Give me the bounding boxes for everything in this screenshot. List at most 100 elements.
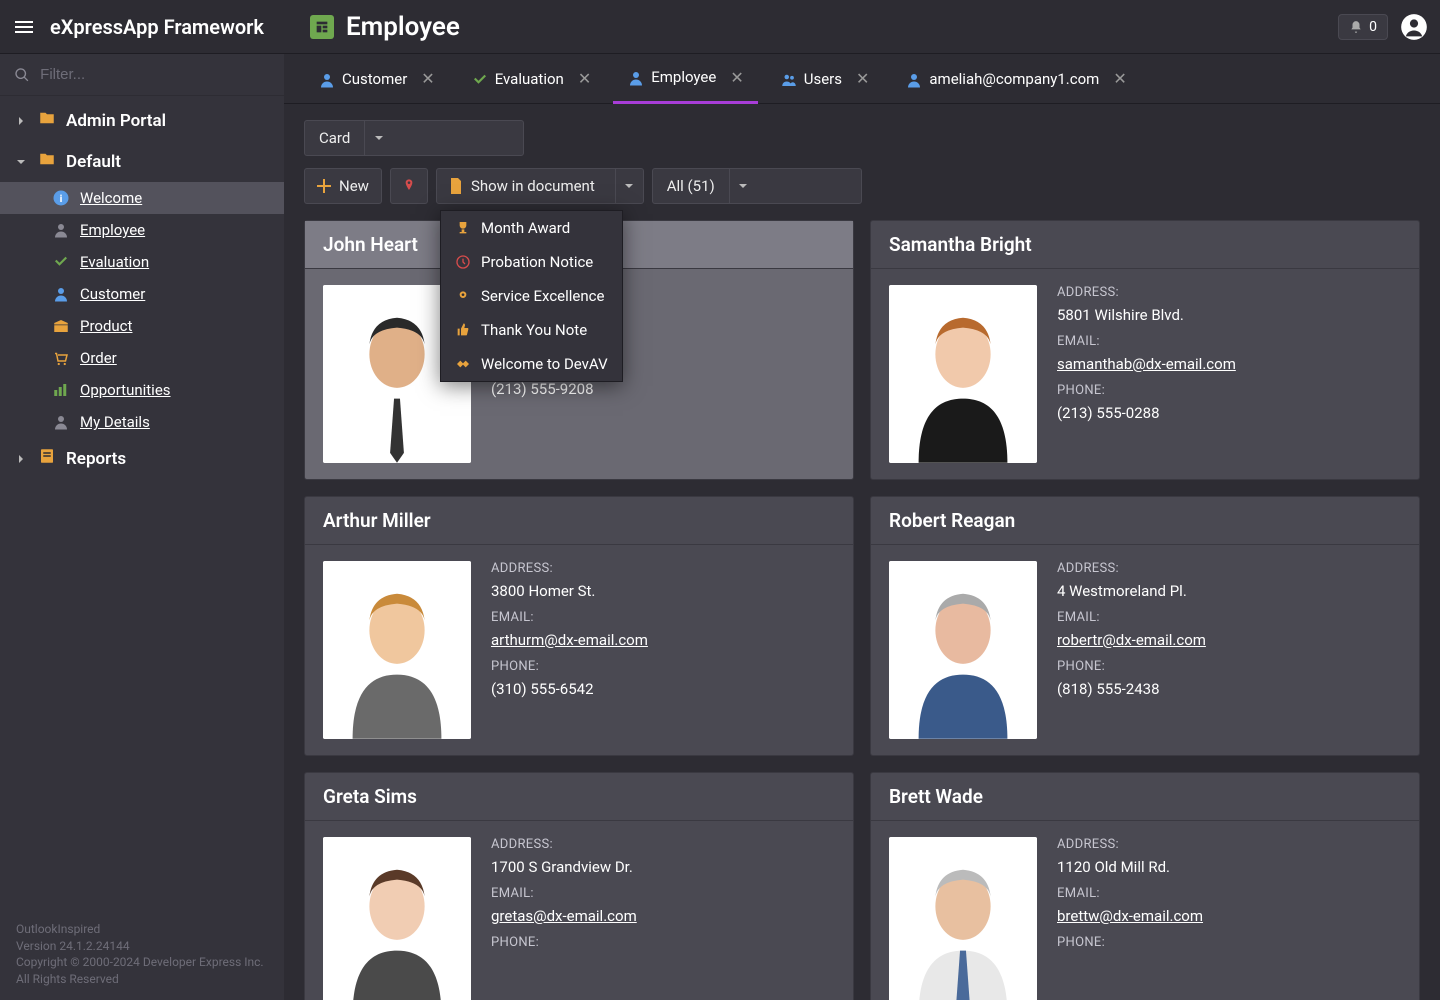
email-link[interactable]: robertr@dx-email.com — [1057, 631, 1401, 649]
trophy-icon — [455, 220, 471, 236]
employee-card[interactable]: Brett WadeADDRESS:1120 Old Mill Rd.EMAIL… — [870, 772, 1420, 1000]
sidebar: Admin PortalDefaultiWelcomeEmployeeEvalu… — [0, 54, 284, 1000]
phone-value: (213) 555-9208 — [491, 380, 835, 398]
address-label: ADDRESS: — [491, 561, 835, 576]
chevron-down-icon[interactable] — [615, 169, 643, 203]
address-label: ADDRESS: — [491, 837, 835, 852]
pin-button[interactable] — [390, 168, 428, 204]
close-icon[interactable]: ✕ — [856, 69, 869, 88]
menu-item-month-award[interactable]: Month Award — [441, 211, 622, 245]
search-input[interactable] — [40, 66, 270, 83]
hamburger-icon[interactable] — [12, 15, 36, 39]
notifications-count: 0 — [1369, 19, 1377, 35]
avatar — [889, 561, 1037, 739]
reports-icon — [38, 447, 56, 470]
email-label: EMAIL: — [1057, 886, 1401, 901]
address-value: 5801 Wilshire Blvd. — [1057, 306, 1401, 324]
employee-card[interactable]: Greta Sims ADDRESS: 1700 S Grandview Dr. EM… — [304, 772, 854, 1000]
person-blue-icon — [318, 71, 334, 87]
phone-value: (818) 555-2438 — [1057, 680, 1401, 698]
avatar — [889, 837, 1037, 1000]
phone-value: (310) 555-6542 — [491, 680, 835, 698]
new-button[interactable]: New — [304, 168, 382, 204]
address-label: ADDRESS: — [1057, 837, 1401, 852]
employee-name: Robert Reagan — [871, 497, 1419, 545]
folder-icon — [38, 150, 56, 173]
sidebar-item-my-details[interactable]: My Details — [0, 406, 284, 438]
tree-group-reports[interactable]: Reports — [0, 438, 284, 479]
menu-item-welcome-to-devav[interactable]: Welcome to DevAV — [441, 347, 622, 381]
close-icon[interactable]: ✕ — [578, 69, 591, 88]
topbar: eXpressApp Framework Employee 0 — [0, 0, 1440, 54]
tab-employee[interactable]: Employee✕ — [613, 54, 758, 104]
person-grey-icon — [52, 221, 70, 239]
chevron-down-icon[interactable] — [364, 121, 392, 155]
employee-card[interactable]: Samantha BrightADDRESS:5801 Wilshire Blv… — [870, 220, 1420, 480]
menu-item-service-excellence[interactable]: Service Excellence — [441, 279, 622, 313]
employee-card[interactable]: Robert ReaganADDRESS:4 Westmoreland Pl.E… — [870, 496, 1420, 756]
phone-label: PHONE: — [491, 935, 835, 950]
app-title: eXpressApp Framework — [50, 15, 264, 39]
info-icon: i — [52, 189, 70, 207]
close-icon[interactable]: ✕ — [1113, 69, 1126, 88]
tab-ameliah-company1-com[interactable]: ameliah@company1.com✕ — [891, 54, 1140, 104]
email-label: EMAIL: — [1057, 610, 1401, 625]
employee-name: Brett Wade — [871, 773, 1419, 821]
email-link[interactable]: arthurm@dx-email.com — [491, 631, 835, 649]
email-label: EMAIL: — [491, 886, 835, 901]
person-grey-icon — [52, 413, 70, 431]
close-icon[interactable]: ✕ — [421, 69, 434, 88]
sidebar-item-product[interactable]: Product — [0, 310, 284, 342]
phone-value: (213) 555-0288 — [1057, 404, 1401, 422]
view-selector[interactable]: Card — [304, 120, 524, 156]
thumbs-icon — [455, 322, 471, 338]
menu-item-probation-notice[interactable]: Probation Notice — [441, 245, 622, 279]
avatar — [323, 561, 471, 739]
email-link[interactable]: brettw@dx-email.com — [1057, 907, 1401, 925]
sidebar-item-employee[interactable]: Employee — [0, 214, 284, 246]
email-link[interactable]: gretas@dx-email.com — [491, 907, 835, 925]
tree-group-admin-portal[interactable]: Admin Portal — [0, 100, 284, 141]
person-blue-icon — [52, 285, 70, 303]
tab-users[interactable]: Users✕ — [766, 54, 884, 104]
email-link[interactable]: samanthab@dx-email.com — [1057, 355, 1401, 373]
sidebar-item-opportunities[interactable]: Opportunities — [0, 374, 284, 406]
svg-text:i: i — [60, 192, 63, 205]
chevron-down-icon[interactable] — [729, 169, 757, 203]
email-label: EMAIL: — [1057, 334, 1401, 349]
notifications-button[interactable]: 0 — [1338, 14, 1388, 40]
tab-evaluation[interactable]: Evaluation✕ — [457, 54, 606, 104]
tree-group-default[interactable]: Default — [0, 141, 284, 182]
account-icon[interactable] — [1400, 13, 1428, 41]
menu-item-thank-you-note[interactable]: Thank You Note — [441, 313, 622, 347]
cart-icon — [52, 349, 70, 367]
chevron-icon — [14, 155, 28, 169]
document-templates-menu: Month AwardProbation NoticeService Excel… — [440, 210, 623, 382]
avatar — [889, 285, 1037, 463]
clock-icon — [455, 254, 471, 270]
search-row — [0, 54, 284, 96]
sidebar-item-customer[interactable]: Customer — [0, 278, 284, 310]
chevron-icon — [14, 114, 28, 128]
address-value: 1700 S Grandview Dr. — [491, 858, 835, 876]
address-label: ADDRESS: — [1057, 561, 1401, 576]
employee-name: Arthur Miller — [305, 497, 853, 545]
close-icon[interactable]: ✕ — [730, 68, 743, 87]
box-icon — [52, 317, 70, 335]
sidebar-item-evaluation[interactable]: Evaluation — [0, 246, 284, 278]
sidebar-item-order[interactable]: Order — [0, 342, 284, 374]
page-icon — [310, 15, 334, 39]
employee-card[interactable]: Arthur MillerADDRESS:3800 Homer St.EMAIL… — [304, 496, 854, 756]
tab-customer[interactable]: Customer✕ — [304, 54, 449, 104]
show-in-document-button[interactable]: Show in document — [436, 168, 644, 204]
phone-label: PHONE: — [1057, 935, 1401, 950]
address-label: ADDRESS: — [1057, 285, 1401, 300]
employee-name: Greta Sims — [305, 773, 853, 821]
avatar — [323, 837, 471, 1000]
main-area: Customer✕Evaluation✕Employee✕Users✕ameli… — [284, 54, 1440, 1000]
sidebar-item-welcome[interactable]: iWelcome — [0, 182, 284, 214]
email-label: EMAIL: — [491, 610, 835, 625]
filter-selector[interactable]: All (51) — [652, 168, 862, 204]
handshake-icon — [455, 356, 471, 372]
person-blue-icon — [905, 71, 921, 87]
